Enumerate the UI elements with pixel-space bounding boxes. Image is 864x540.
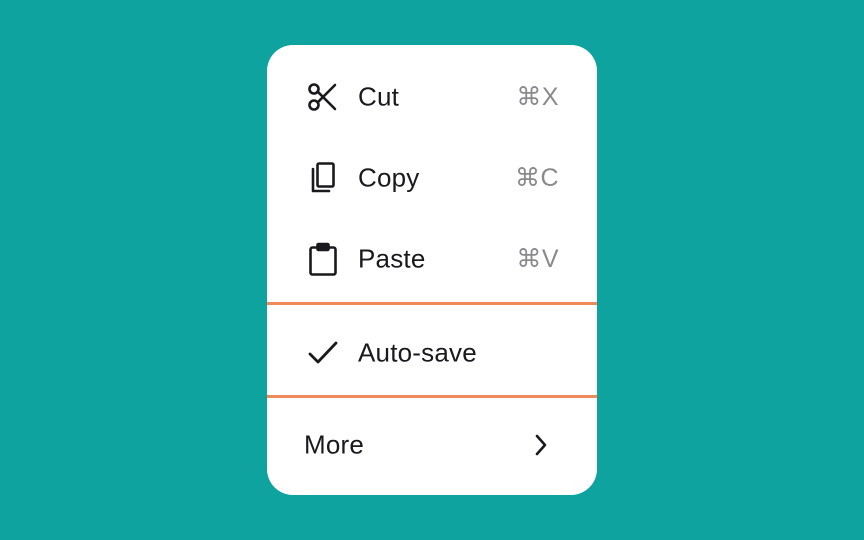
menu-item-paste[interactable]: Paste ⌘V	[267, 218, 597, 299]
menu-item-copy[interactable]: Copy ⌘C	[267, 137, 597, 218]
keyboard-shortcut: ⌘V	[516, 244, 559, 273]
menu-divider	[267, 302, 597, 305]
copy-icon	[305, 160, 341, 196]
context-menu: Cut ⌘X Copy ⌘C Paste ⌘V Auto-save More	[267, 45, 597, 495]
keyboard-shortcut: ⌘X	[516, 82, 559, 111]
menu-item-label: Copy	[358, 162, 420, 192]
keyboard-shortcut: ⌘C	[514, 163, 559, 192]
menu-item-label: Auto-save	[358, 337, 477, 367]
chevron-right-icon	[529, 433, 553, 457]
menu-item-label: Cut	[358, 81, 400, 111]
menu-item-label: More	[304, 429, 365, 459]
menu-item-label: Paste	[358, 243, 426, 273]
menu-divider	[267, 395, 597, 398]
menu-item-auto-save[interactable]: Auto-save	[267, 312, 597, 393]
scissors-icon	[305, 79, 341, 115]
clipboard-icon	[305, 241, 341, 277]
menu-item-cut[interactable]: Cut ⌘X	[267, 56, 597, 137]
checkmark-icon	[305, 335, 341, 371]
menu-item-more[interactable]: More	[267, 404, 597, 485]
